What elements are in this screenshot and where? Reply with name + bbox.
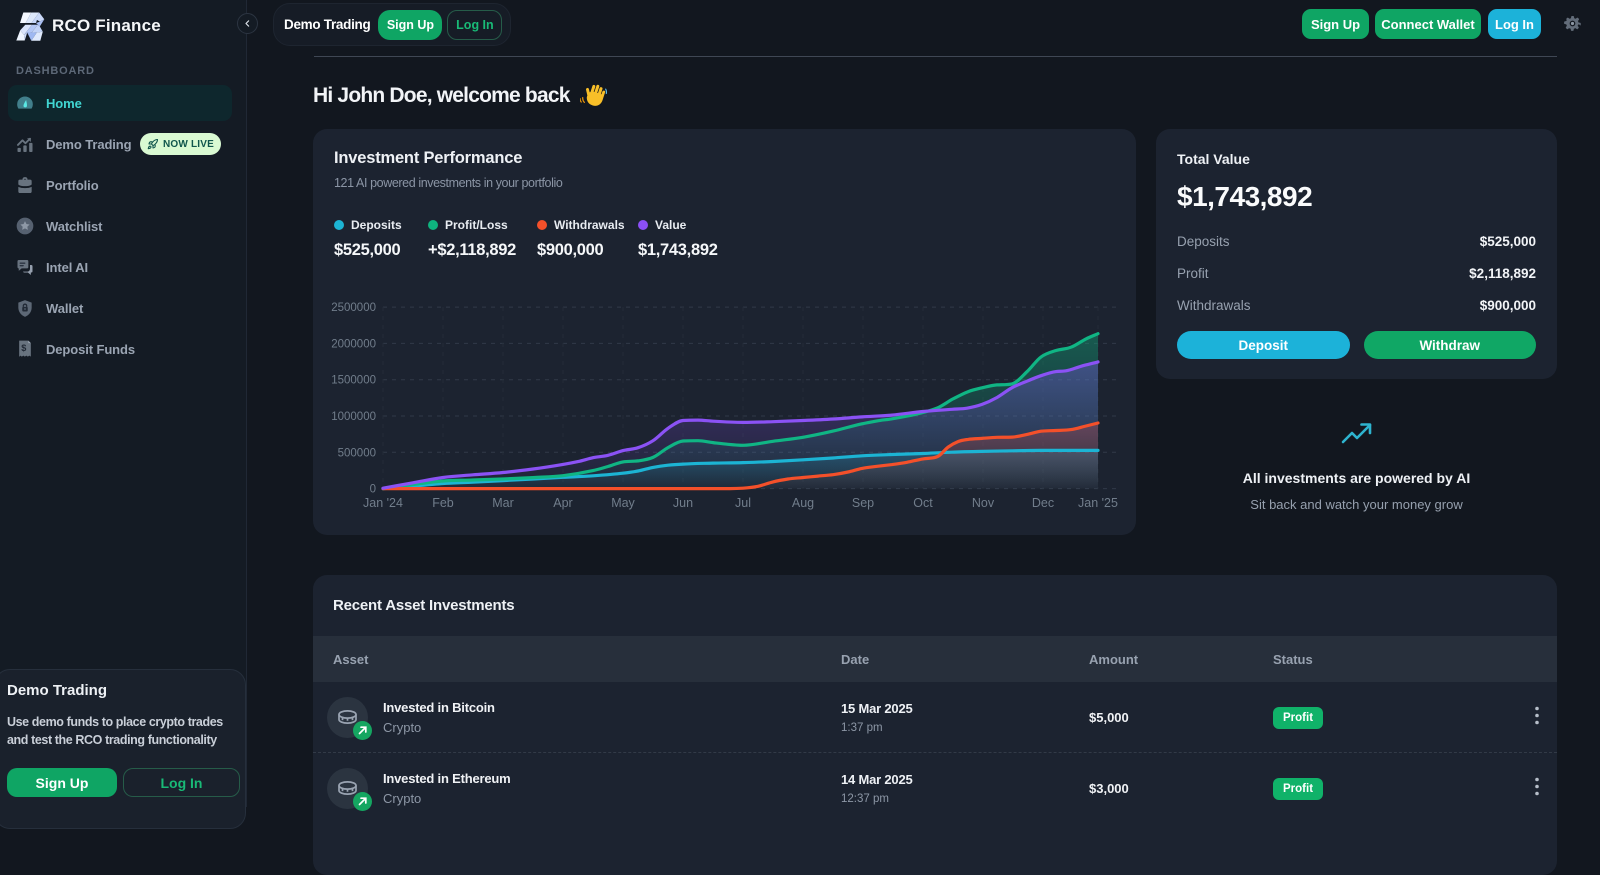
svg-text:$: $	[21, 343, 26, 353]
